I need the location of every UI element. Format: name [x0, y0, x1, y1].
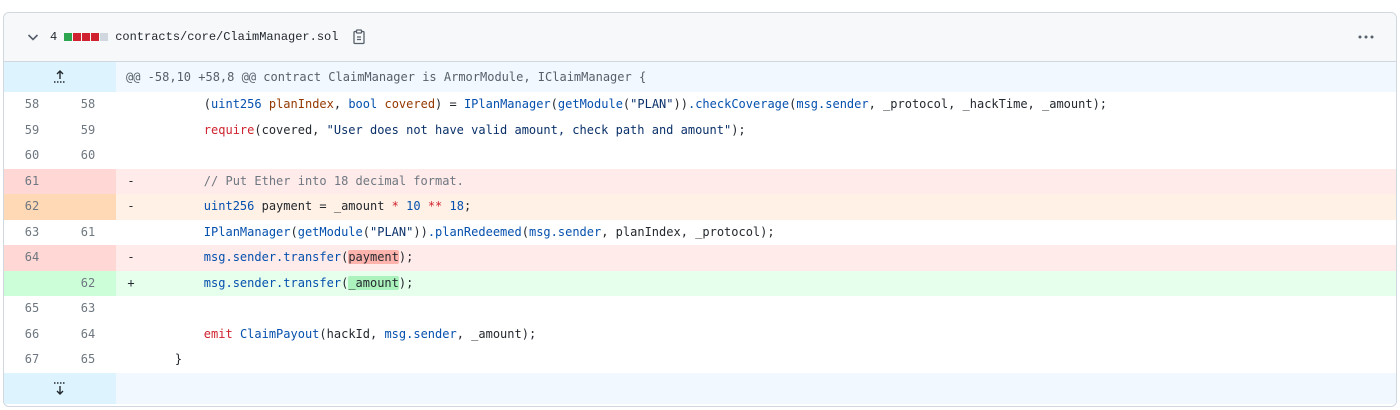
diff-sign: -	[116, 245, 146, 271]
hunk-header-text: @@ -58,10 +58,8 @@ contract ClaimManager…	[116, 62, 1396, 92]
diff-line-deleted-highlighted: 62 - uint256 payment = _amount * 10 ** 1…	[4, 194, 1396, 220]
diff-sign	[116, 220, 146, 246]
new-line-number[interactable]: 58	[60, 92, 116, 118]
diff-line-deleted: 61 - // Put Ether into 18 decimal format…	[4, 168, 1396, 194]
added-token: _amount	[348, 275, 399, 290]
expand-up-button[interactable]	[4, 62, 116, 92]
code-line: }	[174, 352, 183, 366]
file-header: 4 contracts/core/ClaimManager.sol	[4, 13, 1396, 62]
code-line: require(covered, "User does not have val…	[203, 122, 746, 137]
new-line-number[interactable]	[60, 245, 116, 271]
new-line-number[interactable]: 61	[60, 220, 116, 246]
diff-sign	[116, 322, 146, 348]
code-line: msg.sender.transfer(_amount);	[146, 270, 1396, 296]
code-line: (uint256 planIndex, bool covered) = IPla…	[203, 97, 1108, 111]
code-line: // Put Ether into 18 decimal format.	[146, 168, 1396, 194]
diff-line: 63 61 IPlanManager(getModule("PLAN")).pl…	[4, 220, 1396, 246]
diff-line: 67 65 }	[4, 347, 1396, 373]
diff-line: 60 60	[4, 143, 1396, 169]
removed-token: payment	[348, 250, 399, 264]
old-line-number[interactable]: 62	[4, 194, 60, 220]
old-line-number[interactable]: 58	[4, 92, 60, 118]
diffstat-add-block	[64, 33, 73, 41]
new-line-number[interactable]: 63	[60, 296, 116, 322]
new-line-number[interactable]: 64	[60, 322, 116, 348]
expand-down-button[interactable]	[4, 372, 116, 404]
new-line-number[interactable]: 62	[60, 270, 116, 296]
old-line-number[interactable]: 61	[4, 168, 60, 194]
chevron-down-icon[interactable]	[25, 29, 41, 45]
file-diff: 4 contracts/core/ClaimManager.sol @@ -58…	[3, 12, 1397, 407]
new-line-number[interactable]	[60, 194, 116, 220]
change-count: 4	[50, 30, 58, 44]
diff-sign	[116, 296, 146, 322]
diffstat-blocks	[64, 33, 109, 41]
diffstat-neutral-block	[100, 33, 109, 41]
diff-line-added: 62 + msg.sender.transfer(_amount);	[4, 270, 1396, 296]
code-line: uint256 payment = _amount * 10 ** 18;	[146, 194, 1396, 220]
diffstat-del-block	[73, 33, 82, 41]
diff-sign	[116, 347, 146, 373]
diff-sign: -	[116, 168, 146, 194]
code-line: IPlanManager(getModule("PLAN")).planRede…	[203, 224, 775, 239]
old-line-number[interactable]: 60	[4, 143, 60, 169]
kebab-menu-icon[interactable]	[1356, 29, 1376, 45]
diff-line: 59 59 require(covered, "User does not ha…	[4, 118, 1396, 144]
new-line-number[interactable]: 60	[60, 143, 116, 169]
new-line-number[interactable]	[60, 168, 116, 194]
old-line-number[interactable]	[4, 270, 60, 296]
new-line-number[interactable]: 59	[60, 118, 116, 144]
old-line-number[interactable]: 63	[4, 220, 60, 246]
expand-down-icon	[54, 382, 66, 395]
diff-sign	[116, 143, 146, 169]
diffstat-del-block	[82, 33, 91, 41]
diffstat-del-block	[91, 33, 100, 41]
diff-line: 66 64 emit ClaimPayout(hackId, msg.sende…	[4, 322, 1396, 348]
diff-sign	[116, 92, 146, 118]
new-line-number[interactable]: 65	[60, 347, 116, 373]
expand-up-icon	[54, 70, 66, 83]
hunk-header-row: @@ -58,10 +58,8 @@ contract ClaimManager…	[4, 62, 1396, 92]
old-line-number[interactable]: 65	[4, 296, 60, 322]
old-line-number[interactable]: 64	[4, 245, 60, 271]
diff-line-deleted: 64 - msg.sender.transfer(payment);	[4, 245, 1396, 271]
old-line-number[interactable]: 66	[4, 322, 60, 348]
old-line-number[interactable]: 59	[4, 118, 60, 144]
file-path[interactable]: contracts/core/ClaimManager.sol	[115, 30, 338, 44]
diff-sign: +	[116, 270, 146, 296]
old-line-number[interactable]: 67	[4, 347, 60, 373]
copy-clipboard-icon[interactable]	[351, 29, 367, 45]
code-line: msg.sender.transfer(payment);	[146, 245, 1396, 271]
hunk-footer-fill	[116, 372, 1396, 404]
code-line: emit ClaimPayout(hackId, msg.sender, _am…	[203, 326, 537, 341]
diff-line: 65 63	[4, 296, 1396, 322]
diff-line: 58 58 (uint256 planIndex, bool covered) …	[4, 92, 1396, 118]
hunk-footer-row	[4, 372, 1396, 404]
diff-sign	[116, 118, 146, 144]
diff-sign: -	[116, 194, 146, 220]
